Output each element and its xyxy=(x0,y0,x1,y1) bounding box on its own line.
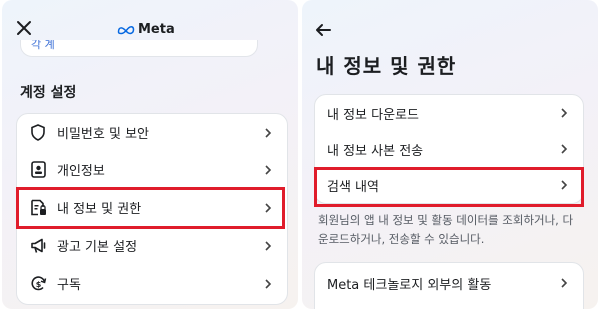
chevron-right-icon xyxy=(561,144,568,154)
top-bar: Meta 각 계 xyxy=(2,0,298,60)
menu-item-off-meta-activity[interactable]: Meta 테크놀로지 외부의 활동 xyxy=(315,265,583,301)
svg-text:$: $ xyxy=(35,280,41,289)
menu-item-download-info[interactable]: 내 정보 다운로드 xyxy=(315,95,583,131)
menu-item-transfer-copy[interactable]: 내 정보 사본 전송 xyxy=(315,131,583,167)
meta-logo: Meta xyxy=(117,22,175,37)
menu-item-label: 광고 기본 설정 xyxy=(57,240,138,255)
menu-item-subscriptions[interactable]: $ 구독 xyxy=(17,265,287,302)
menu-item-label: 개인정보 xyxy=(57,164,105,179)
id-card-icon xyxy=(30,161,46,178)
shield-icon xyxy=(31,124,45,141)
page-title: 내 정보 및 권한 xyxy=(316,54,457,78)
chevron-right-icon xyxy=(265,127,272,138)
chevron-right-icon xyxy=(265,240,272,251)
chevron-right-icon xyxy=(265,278,272,289)
menu-item-label: 구독 xyxy=(57,278,81,293)
your-info-permissions-panel: 내 정보 및 권한 내 정보 다운로드 내 정보 사본 전송 검색 내역 회원님… xyxy=(302,0,598,309)
close-icon[interactable] xyxy=(14,18,34,38)
back-arrow-icon[interactable] xyxy=(314,22,332,38)
menu-item-label: Meta 테크놀로지 외부의 활동 xyxy=(327,277,492,293)
meta-tech-activity-card: Meta 테크놀로지 외부의 활동 xyxy=(314,262,584,309)
chevron-right-icon xyxy=(561,278,568,288)
menu-item-personal-info[interactable]: 개인정보 xyxy=(17,151,287,188)
chevron-right-icon xyxy=(265,164,272,175)
megaphone-icon xyxy=(30,238,45,253)
meta-logo-text: Meta xyxy=(138,22,175,37)
menu-item-password-security[interactable]: 비밀번호 및 보안 xyxy=(17,114,287,151)
meta-infinity-icon xyxy=(117,25,135,34)
previous-section-link[interactable]: 각 계 xyxy=(31,40,55,52)
account-settings-heading: 계정 설정 xyxy=(20,85,77,101)
highlight-box-search-history xyxy=(314,167,584,207)
menu-item-ad-preferences[interactable]: 광고 기본 설정 xyxy=(17,227,287,264)
menu-item-label: 내 정보 다운로드 xyxy=(327,107,419,123)
previous-section-card: 각 계 xyxy=(20,40,258,57)
highlight-box-your-info-permissions xyxy=(16,187,285,229)
menu-item-label: 내 정보 사본 전송 xyxy=(327,143,424,159)
menu-item-label: 비밀번호 및 보안 xyxy=(57,127,149,142)
chevron-right-icon xyxy=(561,108,568,118)
accounts-center-panel: Meta 각 계 계정 설정 비밀번호 및 보안 개인정보 내 정보 및 권한 … xyxy=(2,0,298,309)
subscription-icon: $ xyxy=(30,276,46,291)
description-text: 회원님의 앱 내 정보 및 활동 데이터를 조회하거나, 다운로드하거나, 전송… xyxy=(318,213,574,246)
